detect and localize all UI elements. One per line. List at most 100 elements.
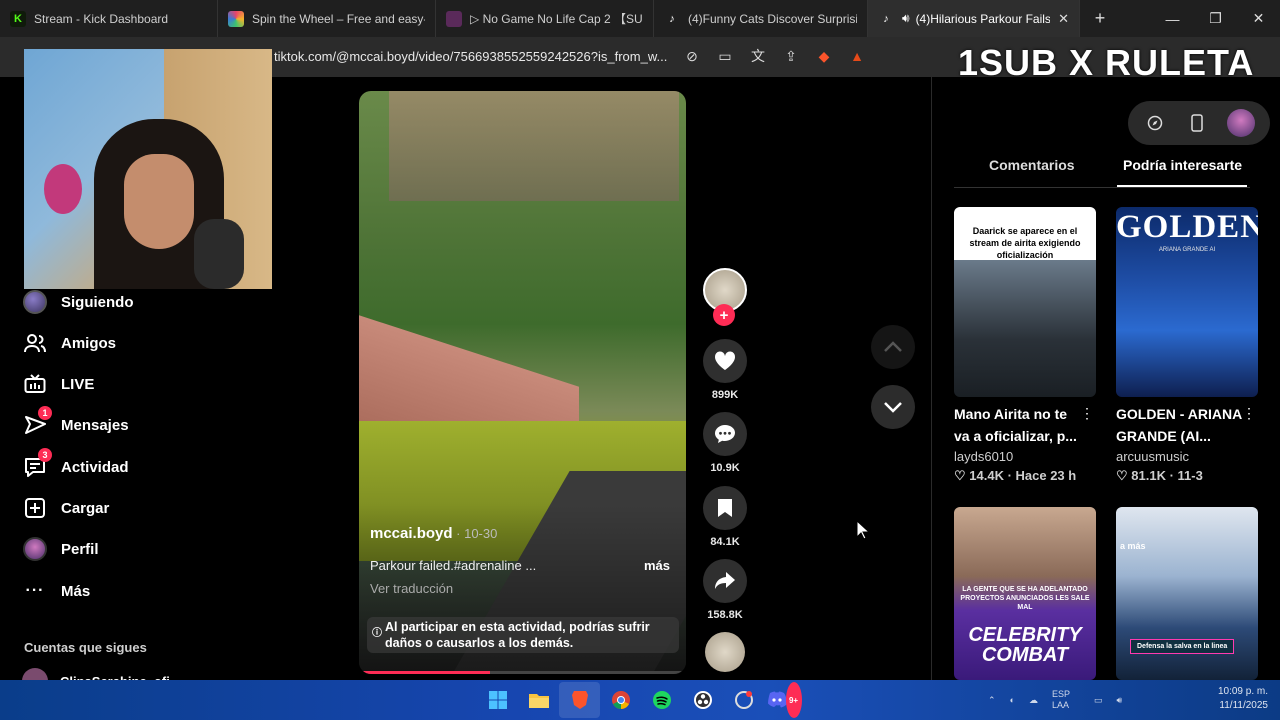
live-icon: [22, 371, 48, 397]
heart-icon: [703, 339, 747, 383]
volume-icon[interactable]: 🔊︎: [1117, 695, 1123, 706]
discord-icon[interactable]: 9+: [764, 682, 805, 718]
nav-mas[interactable]: ··· Más: [22, 578, 91, 604]
brave-shield-icon[interactable]: ◆: [815, 47, 833, 65]
video-description: Parkour failed.#adrenaline ...: [370, 558, 537, 573]
webcam-balloon: [44, 164, 82, 214]
next-video-button[interactable]: [871, 385, 915, 429]
comment-icon: [703, 412, 747, 456]
brave-browser-icon[interactable]: [559, 682, 600, 718]
cast-icon[interactable]: ▭: [716, 47, 734, 65]
profile-avatar[interactable]: [1227, 109, 1255, 137]
nav-actividad[interactable]: 3 Actividad: [22, 448, 129, 480]
tray-chevron-icon[interactable]: ⌃: [988, 695, 996, 706]
onedrive-icon[interactable]: ☁: [1029, 695, 1038, 706]
bookmark-icon: [703, 486, 747, 530]
address-bar-icons: ⊘ ▭ 文 ⇪ ◆ ▲: [683, 47, 866, 65]
compass-icon[interactable]: [1143, 111, 1167, 135]
card-options-icon[interactable]: ⋮: [1242, 405, 1256, 422]
video-author[interactable]: mccai.boyd · 10-30: [370, 525, 497, 542]
tabs-baseline: [954, 187, 1250, 188]
nav-cargar[interactable]: Cargar: [22, 495, 109, 521]
tab-podria-interesarte[interactable]: Podría interesarte: [1123, 157, 1242, 173]
comment-button[interactable]: 10.9K: [700, 412, 750, 474]
anime-site-icon: [446, 10, 462, 27]
more-link[interactable]: más: [644, 558, 670, 573]
no-tracking-icon[interactable]: ⊘: [683, 47, 701, 65]
tiktok-icon: ♪: [669, 12, 675, 25]
mouse-cursor-icon: [856, 519, 871, 545]
nav-live[interactable]: LIVE: [22, 371, 94, 397]
suggested-video-card[interactable]: GOLDEN ARIANA GRANDE AI GOLDEN - ARIANA …: [1116, 207, 1258, 484]
video-thumbnail: LA GENTE QUE SE HA ADELANTADO PROYECTOS …: [954, 507, 1096, 680]
wheel-icon: [228, 10, 244, 27]
taskbar-apps: 9+: [477, 680, 805, 720]
windows-start-icon[interactable]: [477, 682, 518, 718]
tab-comentarios[interactable]: Comentarios: [989, 157, 1075, 173]
sound-disc[interactable]: [700, 632, 750, 672]
previous-video-button[interactable]: [871, 325, 915, 369]
system-clock[interactable]: 10:09 p. m. 11/11/2025: [1198, 685, 1268, 713]
chevron-down-icon: [884, 402, 902, 413]
creator-avatar[interactable]: +: [700, 268, 750, 326]
suggested-video-card[interactable]: LA GENTE QUE SE HA ADELANTADO PROYECTOS …: [954, 507, 1096, 680]
obs-icon[interactable]: [682, 682, 723, 718]
panel-toolbar: [1128, 101, 1270, 145]
more-icon: ···: [25, 582, 45, 599]
video-thumbnail: a más Defensa la salva en la linea: [1116, 507, 1258, 680]
close-window-icon[interactable]: ✕: [1237, 0, 1280, 37]
kick-icon: K: [10, 10, 26, 27]
video-player[interactable]: mccai.boyd · 10-30 Parkour failed.#adren…: [359, 91, 686, 674]
nav-siguiendo[interactable]: Siguiendo: [22, 289, 134, 315]
url-field[interactable]: tiktok.com/@mccai.boyd/video/75669385525…: [274, 49, 667, 64]
webcam-microphone: [194, 219, 244, 289]
browser-tab-active[interactable]: ♪ 🔊︎ (4)Hilarious Parkour Fails C ✕: [868, 0, 1080, 37]
share-icon[interactable]: ⇪: [782, 47, 800, 65]
webcam-feed: [24, 49, 272, 289]
video-scene-building: [389, 91, 679, 201]
windows-taskbar: 9+ ⌃ ◐ ☁ ESP LAA ▭ 🔊︎ 10:09 p. m. 11/11/…: [0, 680, 1280, 720]
close-tab-icon[interactable]: ✕: [1058, 11, 1069, 27]
maximize-icon[interactable]: ❐: [1194, 0, 1237, 37]
keyboard-language[interactable]: ESP LAA: [1052, 689, 1080, 711]
file-explorer-icon[interactable]: [518, 682, 559, 718]
follow-plus-icon[interactable]: +: [713, 304, 735, 326]
card-author: layds6010: [954, 449, 1014, 464]
phone-icon[interactable]: [1185, 111, 1209, 135]
following-heading: Cuentas que sigues: [24, 640, 147, 655]
chrome-icon[interactable]: [600, 682, 641, 718]
safety-warning: ⓘ Al participar en esta actividad, podrí…: [367, 617, 679, 653]
system-tray: ⌃ ◐ ☁ ESP LAA ▭ 🔊︎: [988, 680, 1122, 720]
nav-amigos[interactable]: Amigos: [22, 330, 116, 356]
following-avatar-icon: [22, 289, 48, 315]
browser-tab[interactable]: ♪ (4)Funny Cats Discover Surprising: [654, 0, 868, 37]
streamlabs-icon[interactable]: [723, 682, 764, 718]
screen: K Stream - Kick Dashboard Spin the Wheel…: [0, 0, 1280, 720]
nav-mensajes[interactable]: 1 Mensajes: [22, 406, 129, 438]
discord-badge: 9+: [785, 682, 802, 718]
card-options-icon[interactable]: ⋮: [1080, 405, 1094, 422]
share-button[interactable]: 158.8K: [700, 559, 750, 621]
browser-tab[interactable]: ▷ No Game No Life Cap 2 【SUB E: [436, 0, 654, 37]
profile-avatar-icon: [22, 536, 48, 562]
translate-link[interactable]: Ver traducción: [370, 581, 453, 596]
minimize-icon[interactable]: —: [1151, 0, 1194, 37]
speaker-icon: 🔊︎: [902, 11, 910, 25]
tab-active-indicator: [1117, 185, 1247, 187]
new-tab-button[interactable]: +: [1080, 8, 1120, 29]
card-meta: ♡ 14.4K · Hace 23 h: [954, 468, 1077, 483]
network-icon[interactable]: ▭: [1094, 695, 1103, 706]
spotify-icon[interactable]: [641, 682, 682, 718]
tiktok-icon: ♪: [883, 12, 889, 25]
nav-perfil[interactable]: Perfil: [22, 536, 99, 562]
suggested-video-card[interactable]: Daarick se aparece en el stream de airit…: [954, 207, 1096, 484]
tray-app-icon[interactable]: ◐: [1010, 695, 1015, 705]
save-button[interactable]: 84.1K: [700, 486, 750, 548]
translate-icon[interactable]: 文: [749, 47, 767, 65]
browser-tab[interactable]: Spin the Wheel – Free and easy-to: [218, 0, 436, 37]
video-progress[interactable]: [359, 671, 686, 674]
like-button[interactable]: 899K: [700, 339, 750, 401]
brave-rewards-icon[interactable]: ▲: [848, 47, 866, 65]
browser-tab[interactable]: K Stream - Kick Dashboard: [0, 0, 218, 37]
suggested-video-card[interactable]: a más Defensa la salva en la linea: [1116, 507, 1258, 680]
